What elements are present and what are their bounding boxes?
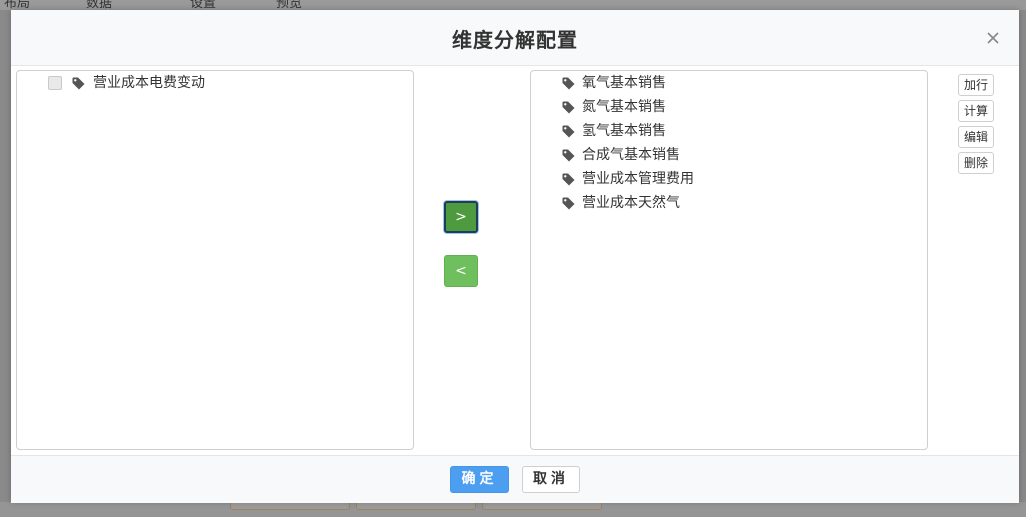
tag-icon [562,149,575,162]
bg-tab-preview: 预览 [276,0,303,10]
tag-icon [72,77,85,90]
tag-icon [562,101,575,114]
move-right-button[interactable]: > [444,201,478,233]
source-list-panel[interactable]: 营业成本电费变动 [16,70,414,450]
tag-icon [562,77,575,90]
list-item[interactable]: 氢气基本销售 [561,119,901,143]
tag-icon [562,125,575,138]
tag-icon [562,173,575,186]
calculate-button[interactable]: 计算 [958,100,994,122]
dialog-header: 维度分解配置 [11,10,1019,66]
close-icon[interactable] [985,30,1001,46]
list-item[interactable]: 营业成本电费变动 [47,71,387,95]
delete-button[interactable]: 删除 [958,152,994,174]
bg-tab-data: 数据 [86,0,113,10]
item-label: 营业成本管理费用 [582,171,694,187]
dialog-footer: 确定 取消 [11,455,1019,503]
confirm-button[interactable]: 确定 [450,466,509,493]
cancel-button[interactable]: 取消 [522,466,580,493]
item-label: 营业成本电费变动 [93,75,205,91]
item-label: 合成气基本销售 [582,147,680,163]
background-toolbar: 布局 数据 设置 预览 [0,0,1026,10]
bg-chip [230,502,350,510]
background-footer [0,502,1026,517]
list-item[interactable]: 合成气基本销售 [561,143,901,167]
add-row-button[interactable]: 加行 [958,74,994,96]
item-label: 营业成本天然气 [582,195,680,211]
move-left-button[interactable]: < [444,255,478,287]
item-label: 氢气基本销售 [582,123,666,139]
dialog-title: 维度分解配置 [452,28,578,52]
edit-button[interactable]: 编辑 [958,126,994,148]
item-checkbox[interactable] [48,76,62,90]
bg-chip [356,502,476,510]
bg-tab-settings: 设置 [190,0,217,10]
list-item[interactable]: 氧气基本销售 [561,71,901,95]
dimension-config-dialog: 维度分解配置 营业成本电费变动 > < 氧气基本销售 氮气基本销售 氢气基本销售… [11,10,1019,503]
list-item[interactable]: 氮气基本销售 [561,95,901,119]
tag-icon [562,197,575,210]
target-list-panel[interactable]: 氧气基本销售 氮气基本销售 氢气基本销售 合成气基本销售 营业成本管理费用 营业… [530,70,928,450]
item-label: 氧气基本销售 [582,75,666,91]
item-label: 氮气基本销售 [582,99,666,115]
bg-tab-layout: 布局 [4,0,31,10]
bg-chip [482,502,602,510]
list-item[interactable]: 营业成本管理费用 [561,167,901,191]
list-item[interactable]: 营业成本天然气 [561,191,901,215]
